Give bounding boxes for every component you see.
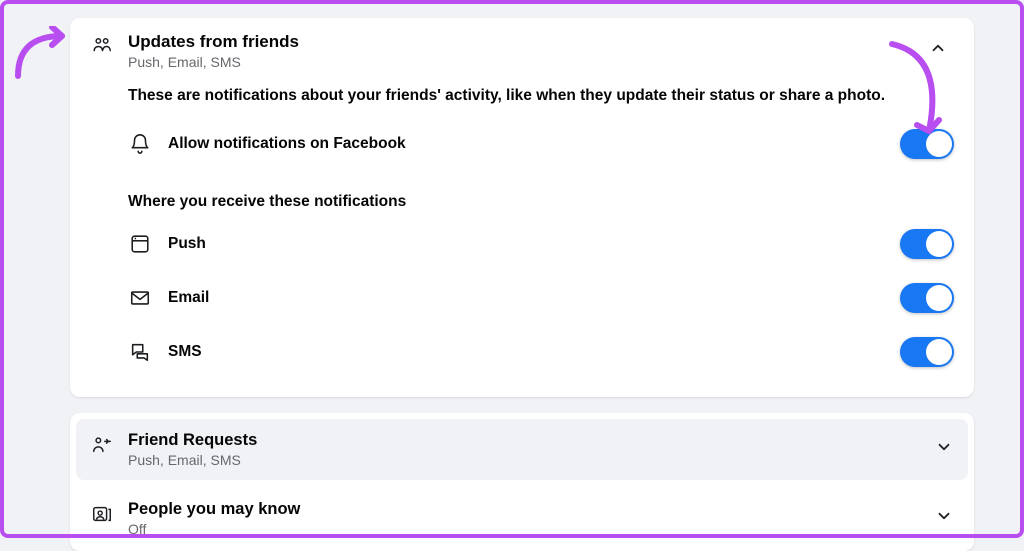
- collapsed-sections: Friend Requests Push, Email, SMS People …: [70, 413, 974, 551]
- push-label: Push: [168, 235, 900, 253]
- allow-notifications-label: Allow notifications on Facebook: [168, 135, 900, 153]
- push-toggle[interactable]: [900, 229, 954, 259]
- envelope-icon: [128, 286, 152, 310]
- chevron-down-icon: [934, 506, 954, 526]
- bell-icon: [128, 132, 152, 156]
- email-label: Email: [168, 289, 900, 307]
- friend-requests-section[interactable]: Friend Requests Push, Email, SMS: [76, 419, 968, 480]
- friend-request-icon: [90, 433, 114, 457]
- section-subtitle: Push, Email, SMS: [128, 54, 954, 70]
- email-row: Email: [128, 271, 954, 325]
- friend-requests-title: Friend Requests: [128, 431, 954, 450]
- friends-icon: [90, 34, 114, 58]
- allow-notifications-row: Allow notifications on Facebook: [128, 117, 954, 171]
- email-toggle[interactable]: [900, 283, 954, 313]
- pymk-title: People you may know: [128, 500, 954, 519]
- pymk-subtitle: Off: [128, 521, 954, 537]
- where-heading: Where you receive these notifications: [128, 193, 954, 211]
- sms-row: SMS: [128, 325, 954, 379]
- sms-label: SMS: [168, 343, 900, 361]
- chevron-up-icon[interactable]: [928, 38, 948, 58]
- section-title: Updates from friends: [128, 32, 954, 52]
- section-description: These are notifications about your frien…: [128, 86, 954, 107]
- chevron-down-icon: [934, 437, 954, 457]
- updates-from-friends-section: Updates from friends Push, Email, SMS Th…: [70, 18, 974, 397]
- section-header[interactable]: Updates from friends Push, Email, SMS: [90, 32, 954, 70]
- friend-requests-subtitle: Push, Email, SMS: [128, 452, 954, 468]
- push-row: Push: [128, 217, 954, 271]
- people-card-icon: [90, 502, 114, 526]
- sms-toggle[interactable]: [900, 337, 954, 367]
- app-window-icon: [128, 232, 152, 256]
- chat-bubbles-icon: [128, 340, 152, 364]
- allow-notifications-toggle[interactable]: [900, 129, 954, 159]
- people-you-may-know-section[interactable]: People you may know Off: [70, 486, 974, 551]
